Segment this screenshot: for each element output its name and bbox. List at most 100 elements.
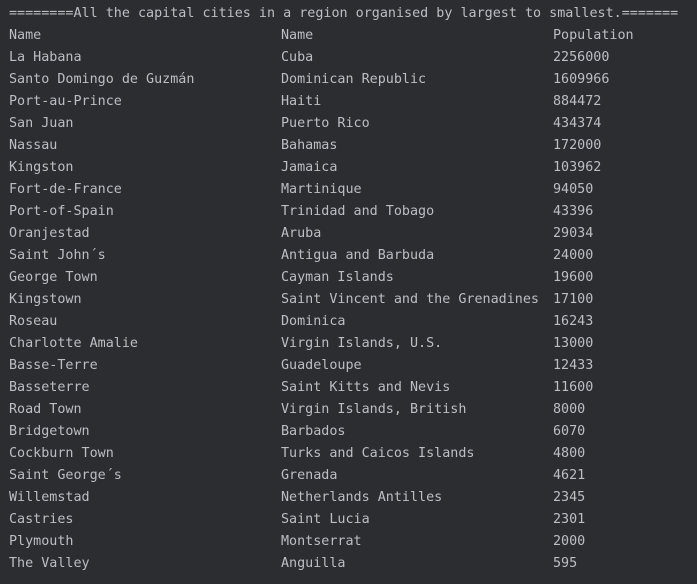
country-name-cell: Barbados xyxy=(281,424,346,439)
table-rows: La Habana Cuba 2256000 Santo Domingo de Guz… xyxy=(0,47,697,575)
population-cell: 595 xyxy=(553,556,578,571)
table-row: George Town Cayman Islands 19600 xyxy=(0,267,697,289)
table-row: Nassau Bahamas 172000 xyxy=(0,135,697,157)
population-cell: 8000 xyxy=(553,402,586,417)
header-city-name: Name xyxy=(9,28,42,43)
population-cell: 4621 xyxy=(553,468,586,483)
country-name-cell: Virgin Islands, British xyxy=(281,402,467,417)
table-row: Plymouth Montserrat 2000 xyxy=(0,531,697,553)
city-name-cell: Kingston xyxy=(9,160,74,175)
table-header: Name Name Population xyxy=(0,25,697,47)
country-name-cell: Martinique xyxy=(281,182,362,197)
table-row: Santo Domingo de Guzmán Dominican Republi… xyxy=(0,69,697,91)
city-name-cell: Oranjestad xyxy=(9,226,90,241)
city-name-cell: Castries xyxy=(9,512,74,527)
table-row: Cockburn Town Turks and Caicos Islands 480… xyxy=(0,443,697,465)
city-name-cell: San Juan xyxy=(9,116,74,131)
population-cell: 6070 xyxy=(553,424,586,439)
country-name-cell: Saint Vincent and the Grenadines xyxy=(281,292,539,307)
country-name-cell: Puerto Rico xyxy=(281,116,370,131)
table-row: Saint George´s Grenada 4621 xyxy=(0,465,697,487)
table-row: Bridgetown Barbados 6070 xyxy=(0,421,697,443)
table-row: Roseau Dominica 16243 xyxy=(0,311,697,333)
country-name-cell: Aruba xyxy=(281,226,322,241)
table-row: San Juan Puerto Rico 434374 xyxy=(0,113,697,135)
table-row: Fort-de-France Martinique 94050 xyxy=(0,179,697,201)
population-cell: 884472 xyxy=(553,94,602,109)
population-cell: 19600 xyxy=(553,270,594,285)
city-name-cell: The Valley xyxy=(9,556,90,571)
city-name-cell: Basse-Terre xyxy=(9,358,98,373)
table-row: Road Town Virgin Islands, British 8000 xyxy=(0,399,697,421)
country-name-cell: Trinidad and Tobago xyxy=(281,204,435,219)
table-row: Kingstown Saint Vincent and the Grenadine… xyxy=(0,289,697,311)
header-population: Population xyxy=(553,28,634,43)
city-name-cell: Port-au-Prince xyxy=(9,94,122,109)
city-name-cell: Charlotte Amalie xyxy=(9,336,138,351)
country-name-cell: Saint Lucia xyxy=(281,512,370,527)
city-name-cell: Saint John´s xyxy=(9,248,106,263)
country-name-cell: Cuba xyxy=(281,50,314,65)
table-row: Port-au-Prince Haiti 884472 xyxy=(0,91,697,113)
population-cell: 17100 xyxy=(553,292,594,307)
table-row: Kingston Jamaica 103962 xyxy=(0,157,697,179)
table-row: La Habana Cuba 2256000 xyxy=(0,47,697,69)
country-name-cell: Montserrat xyxy=(281,534,362,549)
population-cell: 29034 xyxy=(553,226,594,241)
table-row: Saint John´s Antigua and Barbuda 24000 xyxy=(0,245,697,267)
population-cell: 2345 xyxy=(553,490,586,505)
population-cell: 2256000 xyxy=(553,50,610,65)
city-name-cell: Nassau xyxy=(9,138,58,153)
country-name-cell: Antigua and Barbuda xyxy=(281,248,435,263)
country-name-cell: Grenada xyxy=(281,468,338,483)
city-name-cell: Basseterre xyxy=(9,380,90,395)
city-name-cell: Santo Domingo de Guzmán xyxy=(9,72,195,87)
city-name-cell: Cockburn Town xyxy=(9,446,114,461)
console-banner: ========All the capital cities in a regi… xyxy=(9,6,679,21)
country-name-cell: Turks and Caicos Islands xyxy=(281,446,475,461)
population-cell: 94050 xyxy=(553,182,594,197)
city-name-cell: La Habana xyxy=(9,50,82,65)
country-name-cell: Netherlands Antilles xyxy=(281,490,443,505)
city-name-cell: Fort-de-France xyxy=(9,182,122,197)
population-cell: 11600 xyxy=(553,380,594,395)
city-name-cell: Road Town xyxy=(9,402,82,417)
table-row: Charlotte Amalie Virgin Islands, U.S. 1300… xyxy=(0,333,697,355)
population-cell: 1609966 xyxy=(553,72,610,87)
population-cell: 4800 xyxy=(553,446,586,461)
population-cell: 12433 xyxy=(553,358,594,373)
population-cell: 2000 xyxy=(553,534,586,549)
city-name-cell: Kingstown xyxy=(9,292,82,307)
country-name-cell: Saint Kitts and Nevis xyxy=(281,380,451,395)
country-name-cell: Dominica xyxy=(281,314,346,329)
console-output: ========All the capital cities in a regi… xyxy=(0,0,697,584)
population-cell: 103962 xyxy=(553,160,602,175)
population-cell: 43396 xyxy=(553,204,594,219)
population-cell: 16243 xyxy=(553,314,594,329)
population-cell: 24000 xyxy=(553,248,594,263)
table-row: Basse-Terre Guadeloupe 12433 xyxy=(0,355,697,377)
table-row: Basseterre Saint Kitts and Nevis 11600 xyxy=(0,377,697,399)
table-row: Willemstad Netherlands Antilles 2345 xyxy=(0,487,697,509)
country-name-cell: Virgin Islands, U.S. xyxy=(281,336,443,351)
country-name-cell: Anguilla xyxy=(281,556,346,571)
table-row: Castries Saint Lucia 2301 xyxy=(0,509,697,531)
city-name-cell: Bridgetown xyxy=(9,424,90,439)
header-country-name: Name xyxy=(281,28,314,43)
table-row: The Valley Anguilla 595 xyxy=(0,553,697,575)
city-name-cell: Roseau xyxy=(9,314,58,329)
country-name-cell: Dominican Republic xyxy=(281,72,427,87)
population-cell: 13000 xyxy=(553,336,594,351)
country-name-cell: Cayman Islands xyxy=(281,270,394,285)
city-name-cell: Port-of-Spain xyxy=(9,204,114,219)
table-row: Oranjestad Aruba 29034 xyxy=(0,223,697,245)
city-name-cell: Saint George´s xyxy=(9,468,122,483)
city-name-cell: Plymouth xyxy=(9,534,74,549)
country-name-cell: Jamaica xyxy=(281,160,338,175)
city-name-cell: George Town xyxy=(9,270,98,285)
country-name-cell: Haiti xyxy=(281,94,322,109)
city-name-cell: Willemstad xyxy=(9,490,90,505)
population-cell: 172000 xyxy=(553,138,602,153)
population-cell: 434374 xyxy=(553,116,602,131)
population-cell: 2301 xyxy=(553,512,586,527)
